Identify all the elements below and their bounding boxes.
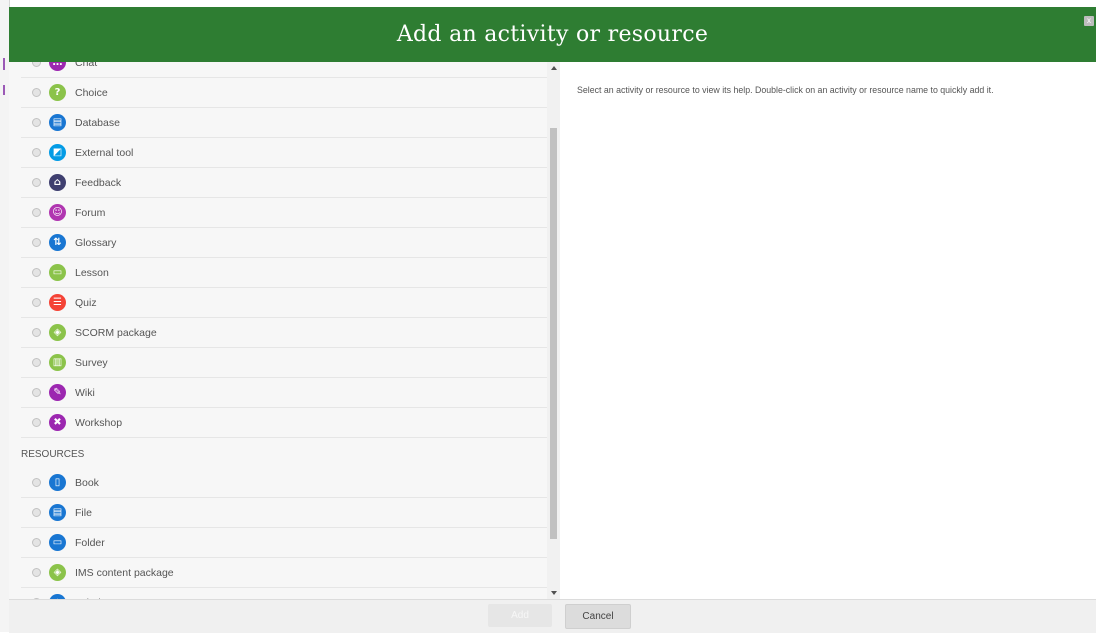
item-label: Database	[75, 116, 120, 129]
list-item-folder[interactable]: ▭ Folder	[21, 528, 547, 558]
list-item-feedback[interactable]: ⌂ Feedback	[21, 168, 547, 198]
help-text: Select an activity or resource to view i…	[577, 85, 994, 95]
list-item-quiz[interactable]: ☰ Quiz	[21, 288, 547, 318]
section-header-resources: RESOURCES	[21, 449, 85, 460]
radio-button[interactable]	[32, 88, 41, 97]
close-button[interactable]: x	[1084, 16, 1094, 26]
file-icon: ▤	[49, 504, 66, 521]
lesson-icon: ▭	[49, 264, 66, 281]
dialog-title: Add an activity or resource	[396, 22, 709, 47]
list-item-choice[interactable]: ? Choice	[21, 78, 547, 108]
item-label: Survey	[75, 356, 108, 369]
list-scrollbar[interactable]	[547, 62, 560, 599]
item-label: Wiki	[75, 386, 95, 399]
list-item-label[interactable]: ◆Label	[21, 588, 547, 599]
list-item-survey[interactable]: ▥ Survey	[21, 348, 547, 378]
wiki-icon: ✎	[49, 384, 66, 401]
activity-list: … Chat? Choice ▤ Database ◩ External tool ⌂ Feed…	[9, 62, 549, 599]
puzzle-icon: ◩	[49, 144, 66, 161]
item-label: IMS content package	[75, 566, 174, 579]
item-label: Glossary	[75, 236, 117, 249]
list-item-file[interactable]: ▤ File	[21, 498, 547, 528]
item-label: File	[75, 506, 92, 519]
glossary-icon: ⇅	[49, 234, 66, 251]
list-item-book[interactable]: ▯ Book	[21, 468, 547, 498]
radio-button[interactable]	[32, 62, 41, 67]
item-label: Book	[75, 476, 99, 489]
item-label: Chat	[75, 62, 98, 69]
question-icon: ?	[49, 84, 66, 101]
forum-icon: ☺	[49, 204, 66, 221]
item-label: Quiz	[75, 296, 97, 309]
help-pane: Select an activity or resource to view i…	[561, 62, 1096, 599]
folder-icon: ▭	[49, 534, 66, 551]
item-label: Feedback	[75, 176, 122, 189]
list-item-chat[interactable]: … Chat	[21, 62, 547, 78]
item-label: External tool	[75, 146, 134, 159]
list-item-database[interactable]: ▤ Database	[21, 108, 547, 138]
radio-button[interactable]	[32, 268, 41, 277]
background-mark	[3, 85, 5, 95]
radio-button[interactable]	[32, 538, 41, 547]
radio-button[interactable]	[32, 388, 41, 397]
item-label: Choice	[75, 86, 108, 99]
feedback-icon: ⌂	[49, 174, 66, 191]
dialog-header: Add an activity or resource x	[9, 7, 1096, 62]
radio-button[interactable]	[32, 178, 41, 187]
item-label: Folder	[75, 536, 105, 549]
cancel-button[interactable]: Cancel	[565, 604, 631, 629]
list-item-scorm-package[interactable]: ◈ SCORM package	[21, 318, 547, 348]
dialog-footer: Add Cancel	[9, 599, 1096, 633]
workshop-icon: ✖	[49, 414, 66, 431]
list-item-workshop[interactable]: ✖ Workshop	[21, 408, 547, 438]
radio-button[interactable]	[32, 358, 41, 367]
radio-button[interactable]	[32, 568, 41, 577]
book-icon: ▯	[49, 474, 66, 491]
radio-button[interactable]	[32, 298, 41, 307]
radio-button[interactable]	[32, 208, 41, 217]
radio-button[interactable]	[32, 118, 41, 127]
add-button[interactable]: Add	[488, 604, 552, 627]
item-label: Forum	[75, 206, 106, 219]
database-icon: ▤	[49, 114, 66, 131]
radio-button[interactable]	[32, 328, 41, 337]
radio-button[interactable]	[32, 418, 41, 427]
scroll-up-arrow-icon[interactable]	[551, 66, 557, 70]
list-item-ims-content-package[interactable]: ◈ IMS content package	[21, 558, 547, 588]
item-label: Lesson	[75, 266, 109, 279]
add-activity-dialog: Add an activity or resource x … Chat? Choi…	[9, 7, 1096, 633]
survey-icon: ▥	[49, 354, 66, 371]
list-item-glossary[interactable]: ⇅ Glossary	[21, 228, 547, 258]
ims-package-icon: ◈	[49, 564, 66, 581]
list-item-lesson[interactable]: ▭ Lesson	[21, 258, 547, 288]
background-mark	[3, 58, 5, 70]
quiz-icon: ☰	[49, 294, 66, 311]
activity-list-pane: … Chat? Choice ▤ Database ◩ External tool ⌂ Feed…	[9, 62, 560, 599]
radio-button[interactable]	[32, 478, 41, 487]
scorm-icon: ◈	[49, 324, 66, 341]
item-label: Workshop	[75, 416, 123, 429]
chat-icon: …	[49, 62, 66, 71]
radio-button[interactable]	[32, 508, 41, 517]
scroll-thumb[interactable]	[550, 128, 557, 539]
scroll-down-arrow-icon[interactable]	[551, 591, 557, 595]
list-item-external-tool[interactable]: ◩ External tool	[21, 138, 547, 168]
list-item-forum[interactable]: ☺ Forum	[21, 198, 547, 228]
list-item-wiki[interactable]: ✎ Wiki	[21, 378, 547, 408]
item-label: SCORM package	[75, 326, 157, 339]
radio-button[interactable]	[32, 238, 41, 247]
radio-button[interactable]	[32, 148, 41, 157]
